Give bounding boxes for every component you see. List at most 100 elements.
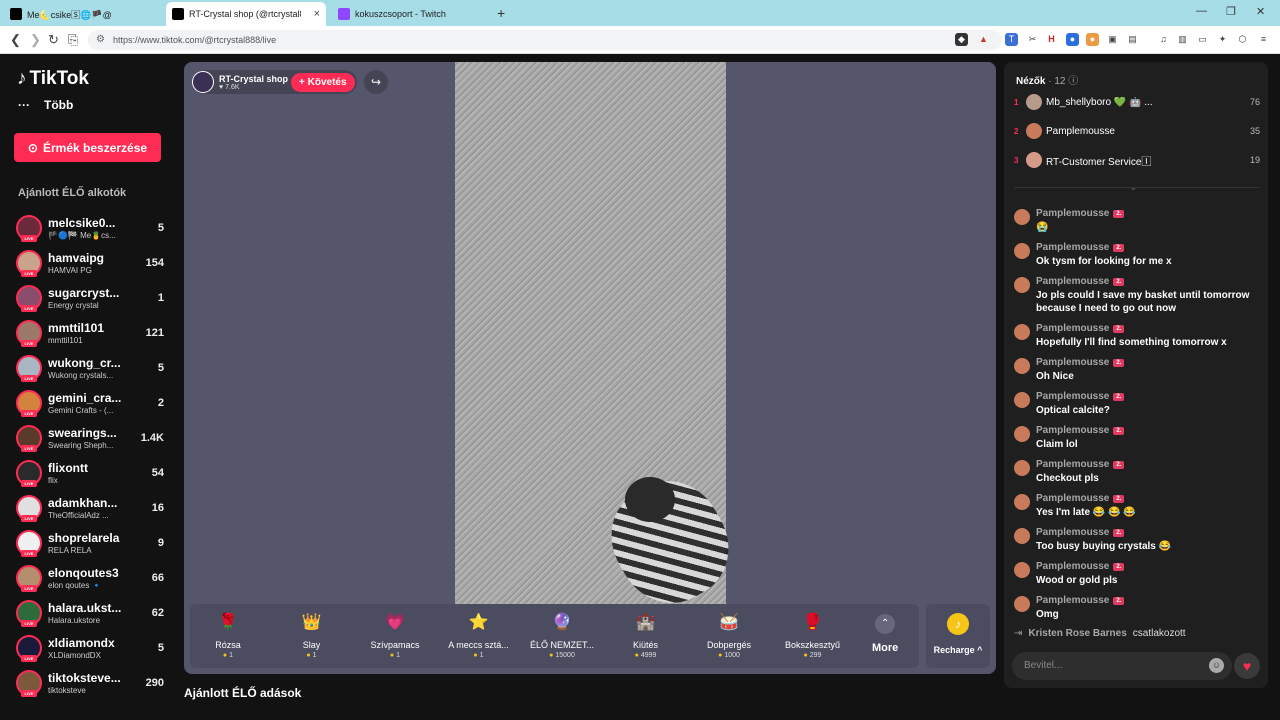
creator-item[interactable]: LIVE flixontt flix 54 xyxy=(16,458,164,488)
creator-avatar[interactable]: LIVE xyxy=(16,390,42,417)
creator-item[interactable]: LIVE tiktoksteve... tiktoksteve 290 xyxy=(16,668,164,698)
host-info[interactable]: RT-Crystal shop ♥ 7.6K + Követés xyxy=(192,70,357,94)
gift-item[interactable]: 🥁 Dobpergés 1000 xyxy=(689,610,769,659)
viewer-name[interactable]: Mb_shellyboro 💚 🤖 ... xyxy=(1046,97,1250,108)
creator-item[interactable]: LIVE gemini_cra... Gemini Crafts - (... 2 xyxy=(16,388,164,418)
bookmark-icon[interactable]: ⎘ xyxy=(68,32,78,48)
viewer-avatar[interactable] xyxy=(1026,152,1042,168)
top-viewer-row[interactable]: 2 Pamplemousse 35 xyxy=(1014,121,1260,141)
browser-tab-3[interactable]: kokuszcsoport - Twitch xyxy=(332,2,492,26)
chat-username[interactable]: Pamplemousse xyxy=(1036,357,1109,368)
creator-avatar[interactable]: LIVE xyxy=(16,425,42,452)
creator-avatar[interactable]: LIVE xyxy=(16,250,42,277)
browser-tab-2[interactable]: RT-Crystal shop (@rtcrystal88 × xyxy=(166,2,326,26)
creator-item[interactable]: LIVE sugarcryst... Energy crystal 1 xyxy=(16,283,164,313)
creator-item[interactable]: LIVE xldiamondx XLDiamondDX 5 xyxy=(16,633,164,663)
creator-avatar[interactable]: LIVE xyxy=(16,460,42,487)
creator-item[interactable]: LIVE elonqoutes3 elon qoutes 🔹 66 xyxy=(16,563,164,593)
get-coins-button[interactable]: ⊙ Érmék beszerzése xyxy=(14,133,161,162)
chat-username[interactable]: Pamplemousse xyxy=(1036,391,1109,402)
extension-icon[interactable]: ● xyxy=(1086,33,1099,46)
vpn-icon[interactable]: ⬡ xyxy=(1236,33,1249,46)
extension-icon[interactable]: ● xyxy=(1066,33,1079,46)
chat-avatar[interactable] xyxy=(1014,277,1030,293)
sidebar-icon[interactable]: ▥ xyxy=(1176,33,1189,46)
follow-button[interactable]: + Követés xyxy=(291,72,355,92)
chat-avatar[interactable] xyxy=(1014,209,1030,225)
creator-avatar[interactable]: LIVE xyxy=(16,565,42,592)
chat-username[interactable]: Pamplemousse xyxy=(1036,276,1109,287)
chat-avatar[interactable] xyxy=(1014,392,1030,408)
music-icon[interactable]: ♫ xyxy=(1157,33,1170,46)
site-info-icon[interactable]: ⚙ xyxy=(96,34,105,45)
tiktok-logo[interactable]: ♪ TikTok xyxy=(17,68,89,90)
screenshot-icon[interactable]: ▣ xyxy=(1106,33,1119,46)
host-avatar[interactable] xyxy=(192,71,214,93)
creator-avatar[interactable]: LIVE xyxy=(16,600,42,627)
creator-avatar[interactable]: LIVE xyxy=(16,320,42,347)
creator-item[interactable]: LIVE mmttil101 mmttil101 121 xyxy=(16,318,164,348)
ai-icon[interactable]: ✦ xyxy=(1216,33,1229,46)
maximize-icon[interactable]: ❐ xyxy=(1226,5,1236,18)
info-icon[interactable]: ⓘ xyxy=(1068,76,1078,87)
top-viewer-row[interactable]: 3 RT-Customer Service🄸 19 xyxy=(1014,150,1260,170)
translate-icon[interactable]: T xyxy=(1005,33,1018,46)
creator-item[interactable]: LIVE swearings... Swearing Sheph... 1.4K xyxy=(16,423,164,453)
live-video[interactable] xyxy=(455,62,748,622)
chat-avatar[interactable] xyxy=(1014,494,1030,510)
creator-item[interactable]: LIVE hamvaipg HAMVAI PG 154 xyxy=(16,248,164,278)
creator-avatar[interactable]: LIVE xyxy=(16,530,42,557)
recharge-button[interactable]: ♪ Recharge ^ xyxy=(926,604,990,668)
host-name[interactable]: RT-Crystal shop xyxy=(219,74,289,84)
chat-username[interactable]: Pamplemousse xyxy=(1036,595,1109,606)
viewer-name[interactable]: RT-Customer Service🄸 xyxy=(1046,153,1250,168)
emoji-icon[interactable]: ☺ xyxy=(1209,658,1224,673)
creator-avatar[interactable]: LIVE xyxy=(16,670,42,697)
creator-avatar[interactable]: LIVE xyxy=(16,635,42,662)
creator-item[interactable]: LIVE halara.ukst... Halara.ukstore 62 xyxy=(16,598,164,628)
gift-item[interactable]: 🔮 ÉLŐ NEMZET... 15000 xyxy=(522,610,602,659)
creator-avatar[interactable]: LIVE xyxy=(16,355,42,382)
gift-item[interactable]: ⭐ A meccs sztá... 1 xyxy=(439,610,519,659)
url-input[interactable]: ⚙ https://www.tiktok.com/@rtcrystal888/l… xyxy=(88,30,1002,50)
gift-item[interactable]: 🏰 Kiütés 4999 xyxy=(606,610,686,659)
chat-username[interactable]: Pamplemousse xyxy=(1036,561,1109,572)
gift-item[interactable]: 💗 Szívpamacs 1 xyxy=(355,610,435,659)
hls-icon[interactable]: H xyxy=(1045,33,1058,46)
more-menu[interactable]: ··· Több xyxy=(18,98,73,112)
chat-avatar[interactable] xyxy=(1014,324,1030,340)
close-tab-icon[interactable]: × xyxy=(314,8,320,20)
gift-item[interactable]: 🥊 Bokszkesztyű 299 xyxy=(773,610,853,659)
chat-username[interactable]: Pamplemousse xyxy=(1036,493,1109,504)
creator-avatar[interactable]: LIVE xyxy=(16,215,42,242)
warning-icon[interactable]: ▲ xyxy=(977,33,990,46)
shield-icon[interactable]: ◆ xyxy=(955,33,968,46)
chat-avatar[interactable] xyxy=(1014,358,1030,374)
chat-input[interactable]: Bevitel... ☺ xyxy=(1012,652,1232,680)
forward-icon[interactable]: ❯ xyxy=(30,32,41,48)
chat-avatar[interactable] xyxy=(1014,426,1030,442)
chat-username[interactable]: Pamplemousse xyxy=(1036,425,1109,436)
viewer-avatar[interactable] xyxy=(1026,123,1042,139)
gift-item[interactable]: 👑 Slay 1 xyxy=(272,610,352,659)
heart-icon[interactable]: ♥ xyxy=(1234,653,1260,679)
close-window-icon[interactable]: ✕ xyxy=(1256,5,1265,18)
scissors-icon[interactable]: ✂ xyxy=(1026,33,1039,46)
creator-item[interactable]: LIVE shoprelarela RELA RELA 9 xyxy=(16,528,164,558)
creator-avatar[interactable]: LIVE xyxy=(16,285,42,312)
reload-icon[interactable]: ↻ xyxy=(48,32,59,48)
chat-username[interactable]: Pamplemousse xyxy=(1036,242,1109,253)
back-icon[interactable]: ❮ xyxy=(10,32,21,48)
chat-username[interactable]: Pamplemousse xyxy=(1036,459,1109,470)
chat-avatar[interactable] xyxy=(1014,243,1030,259)
minimize-icon[interactable]: — xyxy=(1196,5,1207,17)
creator-item[interactable]: LIVE adamkhan... TheOfficialAdz ... 16 xyxy=(16,493,164,523)
browser-tab-1[interactable]: Me🌜csike🅂🌐🏴@ xyxy=(4,2,162,26)
media-icon[interactable]: ▤ xyxy=(1126,33,1139,46)
chat-username[interactable]: Pamplemousse xyxy=(1036,208,1109,219)
chevron-down-icon[interactable]: ⌄ xyxy=(1130,183,1137,192)
wallet-icon[interactable]: ▭ xyxy=(1196,33,1209,46)
more-gifts-button[interactable]: ⌃ More xyxy=(872,614,898,654)
chat-avatar[interactable] xyxy=(1014,596,1030,612)
chat-avatar[interactable] xyxy=(1014,528,1030,544)
